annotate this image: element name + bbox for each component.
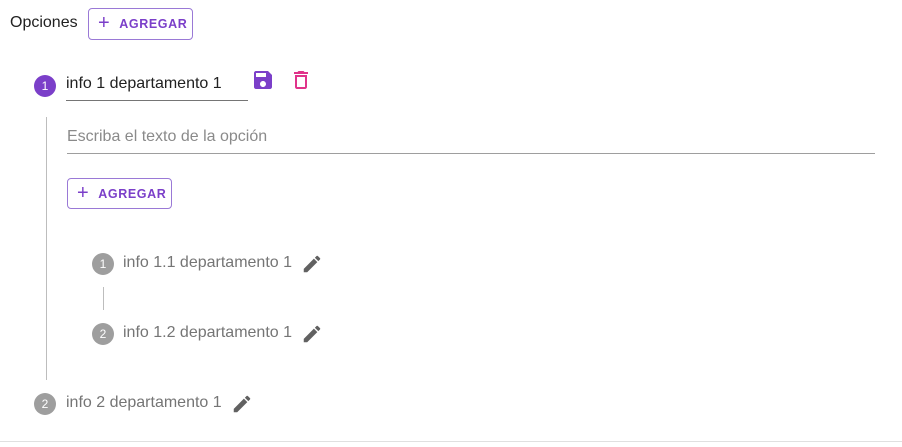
substep-connector xyxy=(103,287,104,310)
step-2-number: 2 xyxy=(34,393,56,415)
save-icon xyxy=(254,71,272,89)
add-suboption-label: AGREGAR xyxy=(98,186,167,201)
pencil-icon xyxy=(233,395,251,413)
option-text-input[interactable] xyxy=(67,122,875,152)
step-1-title-field[interactable] xyxy=(66,70,248,101)
substep-2-edit-button[interactable] xyxy=(301,323,323,345)
step-2-edit-button[interactable] xyxy=(231,393,253,415)
plus-icon: + xyxy=(77,181,90,204)
substep-2-label: info 1.2 departamento 1 xyxy=(123,324,293,341)
section-title: Opciones xyxy=(10,14,78,31)
plus-icon: + xyxy=(98,12,111,34)
delete-button[interactable] xyxy=(289,67,313,93)
add-option-button[interactable]: + AGREGAR xyxy=(88,8,193,40)
save-button[interactable] xyxy=(250,67,276,93)
pencil-icon xyxy=(303,255,321,273)
step-2-label: info 2 departamento 1 xyxy=(66,394,222,411)
substep-1-number: 1 xyxy=(92,253,114,275)
option-text-field[interactable] xyxy=(67,122,875,154)
add-suboption-button[interactable]: + AGREGAR xyxy=(67,178,172,209)
step-connector xyxy=(46,117,47,380)
substep-1-edit-button[interactable] xyxy=(301,253,323,275)
trash-icon xyxy=(294,71,308,89)
substep-1-label: info 1.1 departamento 1 xyxy=(123,254,293,271)
step-1-title-input[interactable] xyxy=(66,70,248,98)
pencil-icon xyxy=(303,325,321,343)
bottom-divider xyxy=(0,441,902,442)
add-option-label: AGREGAR xyxy=(119,17,188,31)
step-1-number: 1 xyxy=(34,75,56,97)
substep-2-number: 2 xyxy=(92,323,114,345)
